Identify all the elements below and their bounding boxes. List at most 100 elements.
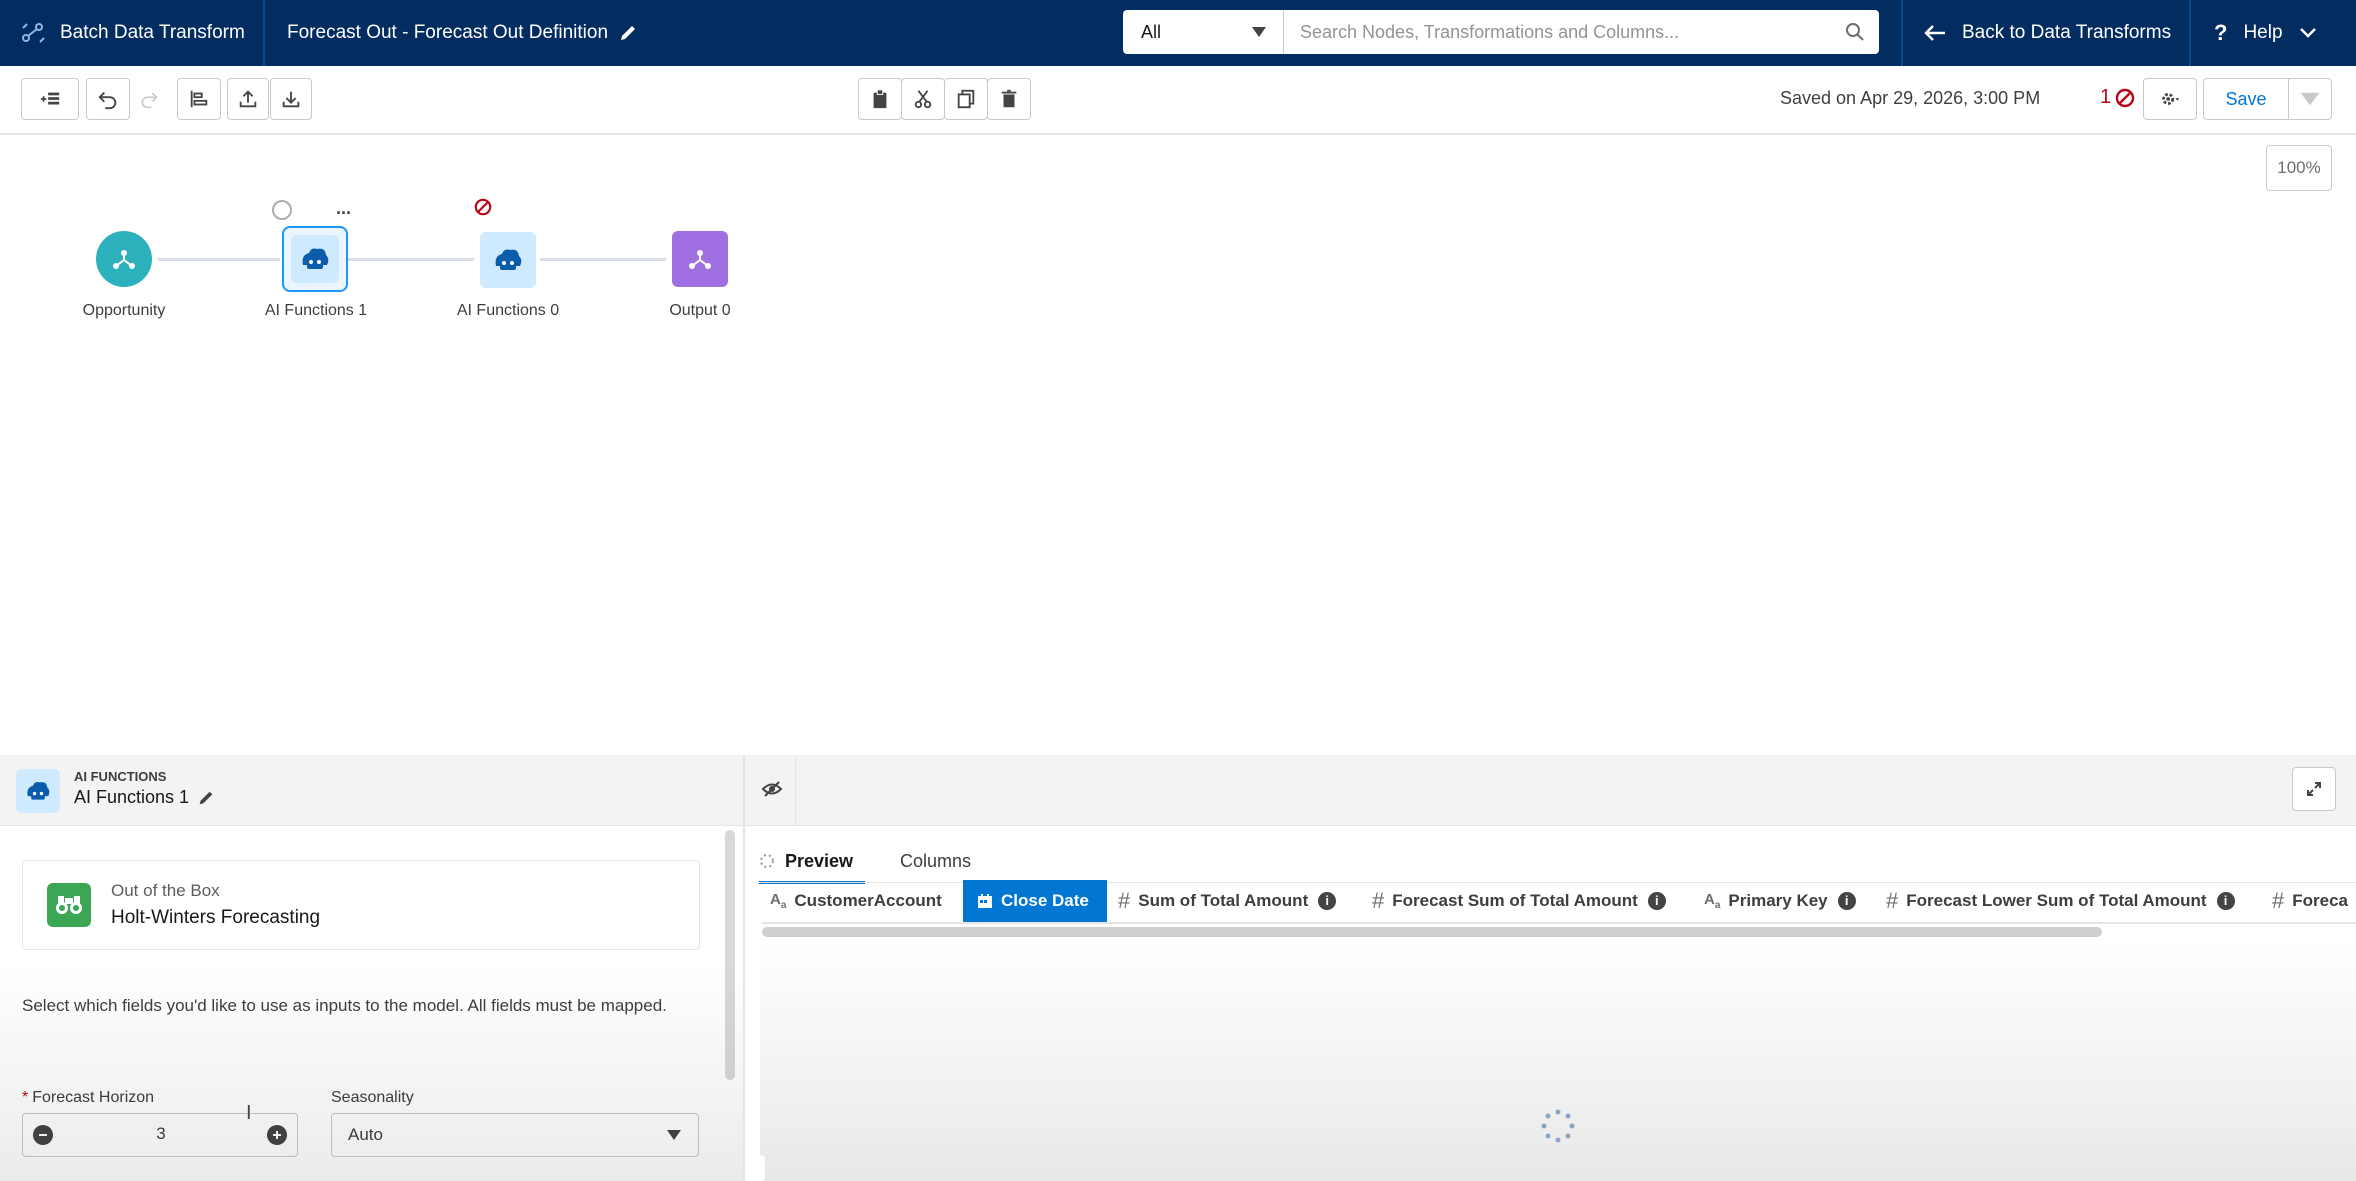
node-menu-icon[interactable]: ... bbox=[336, 198, 351, 219]
edit-pencil-icon[interactable] bbox=[618, 23, 638, 43]
redo-button[interactable] bbox=[134, 78, 164, 120]
text-type-icon: Aa bbox=[1704, 891, 1721, 911]
search-scope-select[interactable]: All bbox=[1123, 10, 1284, 54]
copy-button[interactable] bbox=[944, 78, 988, 120]
forecast-horizon-stepper[interactable]: 3 bbox=[22, 1113, 298, 1157]
column-header[interactable]: # Foreca bbox=[2272, 880, 2356, 922]
expand-icon bbox=[2307, 782, 2321, 796]
node-type-label: AI FUNCTIONS bbox=[74, 769, 167, 784]
chevron-down-icon bbox=[2300, 92, 2320, 106]
model-name: Holt-Winters Forecasting bbox=[111, 907, 321, 928]
app-title: Batch Data Transform bbox=[60, 22, 245, 43]
loading-spinner-icon bbox=[1541, 1109, 1575, 1143]
node-status-circle bbox=[272, 200, 292, 220]
number-type-icon: # bbox=[1372, 888, 1385, 913]
node-opportunity[interactable] bbox=[96, 231, 152, 287]
delete-button[interactable] bbox=[987, 78, 1031, 120]
back-to-data-transforms-link[interactable]: Back to Data Transforms bbox=[1924, 0, 2171, 66]
decrement-button[interactable] bbox=[33, 1125, 53, 1145]
caret-down-icon bbox=[667, 1130, 681, 1140]
redo-icon bbox=[141, 92, 158, 109]
column-header[interactable]: # Forecast Lower Sum of Total Amount i bbox=[1886, 880, 2235, 922]
calendar-icon bbox=[978, 894, 992, 908]
mouse-cursor: I bbox=[246, 1102, 252, 1124]
align-button[interactable] bbox=[177, 78, 221, 120]
column-header[interactable]: Aa CustomerAccount bbox=[770, 880, 942, 922]
scroll-thumb[interactable] bbox=[755, 1155, 765, 1181]
node-output-0[interactable] bbox=[672, 231, 728, 287]
saved-status: Saved on Apr 29, 2026, 3:00 PM bbox=[1780, 88, 2041, 108]
binoculars-icon bbox=[47, 883, 91, 927]
column-header[interactable]: # Sum of Total Amount i bbox=[1118, 880, 1337, 922]
paste-button[interactable] bbox=[858, 78, 902, 120]
seasonality-label: Seasonality bbox=[331, 1089, 414, 1106]
app-launcher[interactable]: Batch Data Transform bbox=[20, 0, 245, 66]
info-icon[interactable]: i bbox=[1318, 892, 1337, 910]
help-menu[interactable]: ? Help bbox=[2214, 0, 2317, 66]
search-input[interactable]: Search Nodes, Transformations and Column… bbox=[1284, 22, 1845, 43]
panel-header: AI FUNCTIONS AI Functions 1 bbox=[0, 755, 743, 826]
upload-button[interactable] bbox=[227, 78, 269, 120]
required-asterisk: * bbox=[22, 1089, 29, 1106]
minus-icon bbox=[39, 1134, 47, 1136]
info-icon[interactable]: i bbox=[2216, 892, 2235, 910]
plus-icon bbox=[273, 1131, 281, 1139]
top-bar: Batch Data Transform Forecast Out - Fore… bbox=[0, 0, 2356, 66]
tab-label: Columns bbox=[900, 850, 972, 871]
node-name: AI Functions 1 bbox=[74, 787, 190, 807]
search-icon[interactable] bbox=[1845, 22, 1865, 42]
upload-icon bbox=[239, 90, 257, 108]
column-header[interactable]: # Forecast Sum of Total Amount i bbox=[1372, 880, 1666, 922]
node-ai-functions-1[interactable] bbox=[282, 226, 348, 292]
panel-scrollbar[interactable] bbox=[725, 830, 735, 1080]
number-type-icon: # bbox=[1886, 888, 1899, 913]
recipe-title-area[interactable]: Forecast Out - Forecast Out Definition bbox=[287, 0, 638, 66]
edge-ai1-ai0 bbox=[348, 258, 474, 261]
edit-pencil-icon[interactable] bbox=[197, 789, 215, 807]
forecast-horizon-label: Forecast Horizon bbox=[32, 1089, 155, 1106]
column-header-selected[interactable]: Close Date bbox=[963, 880, 1107, 922]
save-label: Save bbox=[2225, 88, 2267, 109]
preview-header bbox=[745, 755, 2356, 826]
instructions-text: Select which fields you'd like to use as… bbox=[22, 996, 667, 1015]
loading-icon bbox=[760, 854, 774, 868]
ai-icon bbox=[495, 249, 522, 270]
cut-button[interactable] bbox=[901, 78, 945, 120]
error-indicator[interactable]: 1 bbox=[2100, 86, 2135, 109]
tab-columns[interactable]: Columns bbox=[900, 841, 971, 881]
column-label: CustomerAccount bbox=[794, 891, 942, 910]
undo-icon bbox=[98, 91, 117, 110]
forecast-horizon-value[interactable]: 3 bbox=[63, 1124, 259, 1144]
edge-opportunity-ai1 bbox=[158, 258, 280, 261]
ai-functions-badge bbox=[16, 769, 60, 813]
search-scope-value: All bbox=[1141, 21, 1162, 42]
download-button[interactable] bbox=[270, 78, 312, 120]
save-button[interactable]: Save bbox=[2203, 78, 2289, 120]
info-icon[interactable]: i bbox=[1837, 892, 1856, 910]
tab-preview[interactable]: Preview bbox=[759, 841, 866, 884]
node-ai-functions-0[interactable] bbox=[480, 232, 536, 288]
column-label: Forecast Lower Sum of Total Amount bbox=[1906, 891, 2207, 910]
recipe-canvas[interactable] bbox=[0, 135, 2356, 755]
node-config-panel: AI FUNCTIONS AI Functions 1 Out of the B… bbox=[0, 755, 751, 1181]
info-icon[interactable]: i bbox=[1647, 892, 1666, 910]
node-label: AI Functions 0 bbox=[456, 302, 560, 319]
zoom-indicator[interactable]: 100% bbox=[2266, 145, 2332, 191]
model-category: Out of the Box bbox=[111, 881, 220, 900]
save-options-button[interactable] bbox=[2288, 78, 2332, 120]
caret-down-icon bbox=[1252, 27, 1266, 37]
toolbar: Saved on Apr 29, 2026, 3:00 PM 1 Save bbox=[0, 66, 2356, 135]
ai-icon bbox=[27, 782, 50, 800]
expand-button[interactable] bbox=[2292, 767, 2336, 811]
column-header[interactable]: Aa Primary Key i bbox=[1704, 880, 1856, 922]
arrow-left-icon bbox=[1924, 25, 1945, 41]
eye-slash-icon[interactable] bbox=[761, 779, 783, 799]
seasonality-select[interactable]: Auto bbox=[331, 1113, 699, 1157]
scissors-icon bbox=[914, 90, 932, 109]
add-input-button[interactable] bbox=[21, 78, 79, 120]
model-card[interactable]: Out of the Box Holt-Winters Forecasting bbox=[22, 860, 700, 950]
settings-button[interactable] bbox=[2143, 78, 2197, 120]
undo-button[interactable] bbox=[86, 78, 130, 120]
horizontal-scrollbar[interactable] bbox=[762, 927, 2102, 937]
increment-button[interactable] bbox=[267, 1125, 287, 1145]
